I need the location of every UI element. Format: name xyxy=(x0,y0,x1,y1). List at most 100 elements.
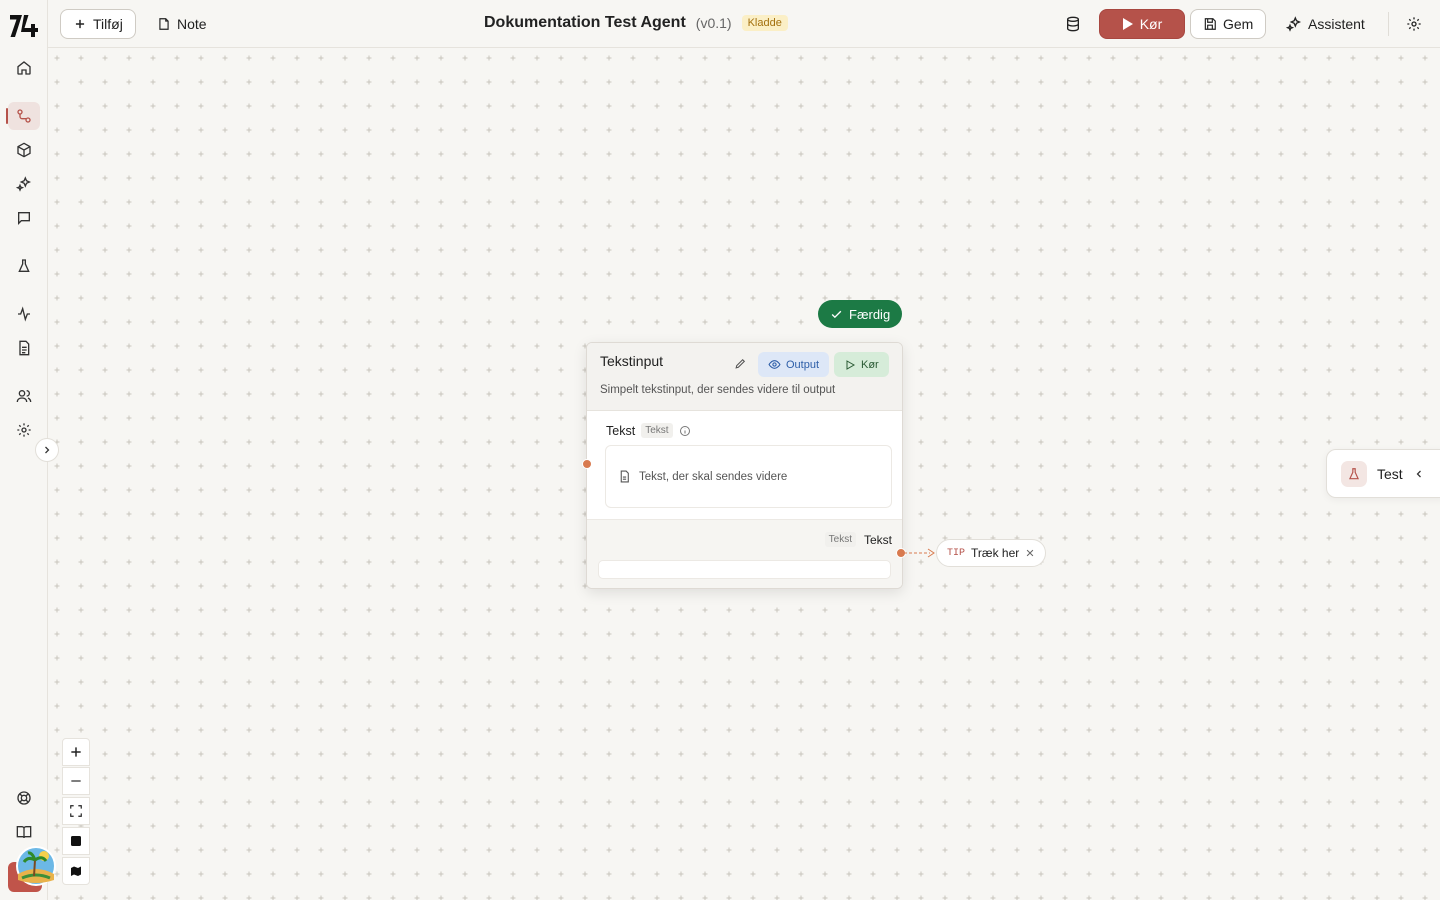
minus-icon xyxy=(71,780,81,782)
document-icon xyxy=(19,340,30,356)
top-toolbar: Tilføj Note Dokumentation Test Agent (v0… xyxy=(48,0,1440,48)
nav-settings[interactable] xyxy=(8,416,40,444)
input-type-chip: Tekst xyxy=(641,423,673,438)
nav-help[interactable] xyxy=(8,784,40,812)
assistant-label: Assistent xyxy=(1308,16,1365,32)
plus-icon xyxy=(75,19,85,29)
node-output-section: Tekst Tekst xyxy=(587,519,902,588)
nav-workflows[interactable] xyxy=(6,102,40,130)
eye-icon xyxy=(768,360,781,369)
nav-chat[interactable] xyxy=(8,204,40,232)
input-field-label: Tekst xyxy=(606,423,636,438)
database-icon xyxy=(1067,16,1079,32)
node-description: Simpelt tekstinput, der sendes videre ti… xyxy=(600,384,836,396)
test-panel-toggle[interactable]: Test xyxy=(1326,449,1440,498)
status-badge: Kladde xyxy=(741,15,788,31)
note-label: Note xyxy=(177,16,207,32)
box-icon xyxy=(17,142,31,158)
database-button[interactable] xyxy=(1055,9,1091,39)
test-panel-label: Test xyxy=(1377,465,1403,482)
nav-assistants[interactable] xyxy=(8,170,40,198)
nav-logs[interactable] xyxy=(8,334,40,362)
page-title[interactable]: Dokumentation Test Agent xyxy=(484,14,686,32)
map-icon xyxy=(71,866,81,876)
fit-view-button[interactable] xyxy=(62,797,90,825)
plus-icon xyxy=(71,747,81,757)
save-button[interactable]: Gem xyxy=(1190,9,1267,39)
node-output-label: Output xyxy=(786,358,820,371)
fullscreen-icon xyxy=(70,805,82,817)
workflow-icon xyxy=(17,109,31,123)
settings-icon xyxy=(17,423,31,437)
text-input-field[interactable]: Tekst, der skal sendes videre xyxy=(605,445,892,508)
output-type-chip: Tekst xyxy=(824,532,856,547)
close-icon[interactable] xyxy=(1025,548,1035,558)
run-label: Kør xyxy=(1139,16,1163,32)
output-value-field[interactable] xyxy=(598,560,891,579)
save-icon xyxy=(1204,18,1216,30)
workflow-title: Dokumentation Test Agent (v0.1) Kladde xyxy=(484,14,788,32)
save-label: Gem xyxy=(1223,16,1254,32)
add-label: Tilføj xyxy=(93,16,123,32)
sparkles-icon xyxy=(1286,16,1302,32)
add-button[interactable]: Tilføj xyxy=(60,9,136,39)
toolbar-divider xyxy=(1388,12,1389,36)
node-run-button[interactable]: Kør xyxy=(834,352,889,377)
workflow-settings-button[interactable] xyxy=(1402,9,1426,39)
version-label: (v0.1) xyxy=(695,15,732,31)
node-header: Tekstinput Output Kør Simpelt tekstinput… xyxy=(587,343,902,411)
note-button[interactable]: Note xyxy=(145,9,219,39)
assistant-button[interactable]: Assistent xyxy=(1274,9,1377,39)
node-output-button[interactable]: Output xyxy=(758,352,830,377)
play-icon xyxy=(1122,18,1133,30)
flask-icon xyxy=(18,259,30,272)
nav-tests[interactable] xyxy=(8,252,40,280)
tip-tag: TIP xyxy=(947,547,966,559)
nav-activity[interactable] xyxy=(8,300,40,328)
square-icon xyxy=(71,836,81,846)
activity-icon xyxy=(18,306,30,322)
nav-models[interactable] xyxy=(8,136,40,164)
test-icon-box xyxy=(1341,460,1367,487)
chevron-right-icon xyxy=(45,446,50,454)
book-icon xyxy=(16,826,32,839)
users-icon xyxy=(16,390,32,403)
tip-text: Træk her xyxy=(971,546,1020,560)
lock-view-button[interactable] xyxy=(62,827,90,855)
file-text-icon xyxy=(620,470,629,483)
run-button[interactable]: Kør xyxy=(1099,9,1185,39)
input-handle[interactable] xyxy=(582,459,592,469)
node-title: Tekstinput xyxy=(600,353,664,369)
node-status-label: Færdig xyxy=(849,306,891,322)
play-outline-icon xyxy=(846,359,856,370)
zoom-in-button[interactable] xyxy=(62,738,90,766)
note-icon xyxy=(159,18,169,30)
home-icon xyxy=(17,61,31,75)
nav-users[interactable] xyxy=(8,382,40,410)
node-status-badge: Færdig xyxy=(818,300,903,328)
output-field-label: Tekst xyxy=(863,532,892,547)
minimap-toggle-button[interactable] xyxy=(62,857,90,885)
chevron-left-icon xyxy=(1416,470,1421,477)
expand-sidebar-button[interactable] xyxy=(35,438,59,462)
text-input-node[interactable]: Tekstinput Output Kør Simpelt tekstinput… xyxy=(586,342,903,589)
nav-home[interactable] xyxy=(8,54,40,82)
help-icon xyxy=(17,791,31,805)
app-logo[interactable] xyxy=(9,12,39,40)
check-icon xyxy=(831,310,842,318)
chat-icon xyxy=(18,212,30,225)
flask-icon xyxy=(1349,467,1359,479)
avatar[interactable] xyxy=(8,846,56,892)
node-run-label: Kør xyxy=(861,358,879,371)
settings-icon xyxy=(1407,17,1421,31)
info-icon[interactable] xyxy=(679,425,691,437)
connection-preview-line xyxy=(904,548,935,558)
text-input-placeholder: Tekst, der skal sendes videre xyxy=(639,470,788,483)
input-field-header: Tekst Tekst xyxy=(606,423,691,438)
output-header: Tekst Tekst xyxy=(824,532,892,547)
zoom-out-button[interactable] xyxy=(62,767,90,795)
nav-docs[interactable] xyxy=(8,818,40,846)
sparkles-icon xyxy=(16,176,32,192)
pencil-icon[interactable] xyxy=(734,357,747,370)
drag-tip[interactable]: TIP Træk her xyxy=(936,539,1047,567)
